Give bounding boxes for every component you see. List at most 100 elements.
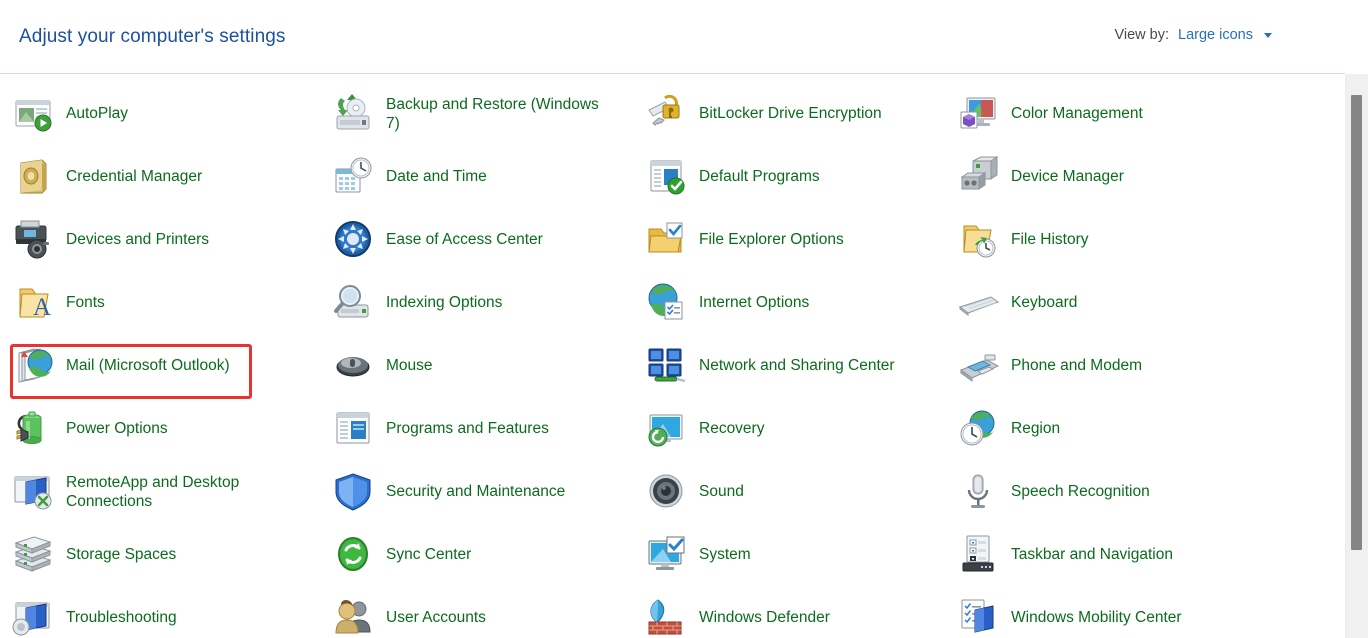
control-panel-item-label[interactable]: Troubleshooting — [66, 608, 177, 627]
troubleshooting-icon[interactable] — [10, 594, 58, 638]
date-time-icon[interactable] — [330, 153, 378, 201]
devices-printers-icon[interactable] — [10, 216, 58, 264]
control-panel-item-credential-manager[interactable]: Credential Manager — [10, 145, 310, 208]
control-panel-item-label[interactable]: Programs and Features — [386, 419, 549, 438]
control-panel-item-label[interactable]: Region — [1011, 419, 1060, 438]
file-history-icon[interactable] — [955, 216, 1003, 264]
storage-spaces-icon[interactable] — [10, 531, 58, 579]
control-panel-item-power-options[interactable]: Power Options — [10, 397, 310, 460]
control-panel-item-network-and-sharing-center[interactable]: Network and Sharing Center — [643, 334, 943, 397]
sync-center-icon[interactable] — [330, 531, 378, 579]
control-panel-item-label[interactable]: Sound — [699, 482, 744, 501]
control-panel-item-default-programs[interactable]: Default Programs — [643, 145, 943, 208]
control-panel-item-label[interactable]: Windows Defender — [699, 608, 830, 627]
security-maintenance-icon[interactable] — [330, 468, 378, 516]
control-panel-item-mouse[interactable]: Mouse — [330, 334, 630, 397]
control-panel-item-label[interactable]: Network and Sharing Center — [699, 356, 895, 375]
programs-features-icon[interactable] — [330, 405, 378, 453]
control-panel-item-label[interactable]: Device Manager — [1011, 167, 1124, 186]
control-panel-item-label[interactable]: Credential Manager — [66, 167, 202, 186]
credential-manager-icon[interactable] — [10, 153, 58, 201]
control-panel-item-label[interactable]: Recovery — [699, 419, 764, 438]
color-management-icon[interactable] — [955, 90, 1003, 138]
control-panel-item-sound[interactable]: Sound — [643, 460, 943, 523]
user-accounts-icon[interactable] — [330, 594, 378, 638]
control-panel-item-label[interactable]: Mouse — [386, 356, 433, 375]
taskbar-navigation-icon[interactable] — [955, 531, 1003, 579]
control-panel-item-label[interactable]: Storage Spaces — [66, 545, 176, 564]
chevron-down-icon[interactable] — [1264, 32, 1272, 38]
control-panel-item-label[interactable]: Windows Mobility Center — [1011, 608, 1182, 627]
recovery-icon[interactable] — [643, 405, 691, 453]
control-panel-item-label[interactable]: Security and Maintenance — [386, 482, 565, 501]
control-panel-item-label[interactable]: Backup and Restore (Windows 7) — [386, 95, 604, 133]
control-panel-item-indexing-options[interactable]: Indexing Options — [330, 271, 630, 334]
bitlocker-icon[interactable] — [643, 90, 691, 138]
internet-options-icon[interactable] — [643, 279, 691, 327]
file-explorer-options-icon[interactable] — [643, 216, 691, 264]
control-panel-item-device-manager[interactable]: Device Manager — [955, 145, 1265, 208]
system-icon[interactable] — [643, 531, 691, 579]
control-panel-item-autoplay[interactable]: AutoPlay — [10, 82, 310, 145]
control-panel-item-color-management[interactable]: Color Management — [955, 82, 1265, 145]
control-panel-item-mail-microsoft-outlook[interactable]: Mail (Microsoft Outlook) — [10, 334, 310, 397]
control-panel-item-label[interactable]: Speech Recognition — [1011, 482, 1150, 501]
default-programs-icon[interactable] — [643, 153, 691, 201]
control-panel-item-bitlocker-drive-encryption[interactable]: BitLocker Drive Encryption — [643, 82, 943, 145]
vertical-scrollbar[interactable] — [1345, 74, 1368, 638]
control-panel-item-label[interactable]: Date and Time — [386, 167, 487, 186]
control-panel-item-date-and-time[interactable]: Date and Time — [330, 145, 630, 208]
remoteapp-icon[interactable] — [10, 468, 58, 516]
control-panel-item-label[interactable]: File Explorer Options — [699, 230, 844, 249]
keyboard-icon[interactable] — [955, 279, 1003, 327]
control-panel-item-keyboard[interactable]: Keyboard — [955, 271, 1265, 334]
control-panel-item-label[interactable]: Devices and Printers — [66, 230, 209, 249]
control-panel-item-label[interactable]: System — [699, 545, 751, 564]
control-panel-item-label[interactable]: Fonts — [66, 293, 105, 312]
control-panel-item-user-accounts[interactable]: User Accounts — [330, 586, 630, 638]
control-panel-item-label[interactable]: Taskbar and Navigation — [1011, 545, 1173, 564]
control-panel-item-sync-center[interactable]: Sync Center — [330, 523, 630, 586]
sound-icon[interactable] — [643, 468, 691, 516]
control-panel-item-label[interactable]: Mail (Microsoft Outlook) — [66, 356, 230, 375]
control-panel-item-label[interactable]: Internet Options — [699, 293, 809, 312]
control-panel-item-backup-and-restore-windows-7[interactable]: Backup and Restore (Windows 7) — [330, 82, 630, 145]
mouse-icon[interactable] — [330, 342, 378, 390]
control-panel-item-windows-defender[interactable]: Windows Defender — [643, 586, 943, 638]
fonts-icon[interactable]: A — [10, 279, 58, 327]
control-panel-item-file-history[interactable]: File History — [955, 208, 1265, 271]
control-panel-item-devices-and-printers[interactable]: Devices and Printers — [10, 208, 310, 271]
control-panel-item-label[interactable]: Ease of Access Center — [386, 230, 543, 249]
control-panel-item-label[interactable]: Indexing Options — [386, 293, 502, 312]
control-panel-item-label[interactable]: User Accounts — [386, 608, 486, 627]
control-panel-item-speech-recognition[interactable]: Speech Recognition — [955, 460, 1265, 523]
control-panel-item-region[interactable]: Region — [955, 397, 1265, 460]
phone-modem-icon[interactable] — [955, 342, 1003, 390]
control-panel-item-remoteapp-and-desktop-connections[interactable]: RemoteApp and Desktop Connections — [10, 460, 310, 523]
control-panel-item-internet-options[interactable]: Internet Options — [643, 271, 943, 334]
control-panel-item-label[interactable]: File History — [1011, 230, 1089, 249]
control-panel-item-security-and-maintenance[interactable]: Security and Maintenance — [330, 460, 630, 523]
view-by-value[interactable]: Large icons — [1178, 27, 1253, 43]
windows-mobility-center-icon[interactable] — [955, 594, 1003, 638]
control-panel-item-label[interactable]: Default Programs — [699, 167, 820, 186]
control-panel-item-troubleshooting[interactable]: Troubleshooting — [10, 586, 310, 638]
device-manager-icon[interactable] — [955, 153, 1003, 201]
control-panel-item-ease-of-access-center[interactable]: Ease of Access Center — [330, 208, 630, 271]
control-panel-item-fonts[interactable]: A Fonts — [10, 271, 310, 334]
control-panel-item-system[interactable]: System — [643, 523, 943, 586]
network-sharing-icon[interactable] — [643, 342, 691, 390]
control-panel-item-label[interactable]: Phone and Modem — [1011, 356, 1142, 375]
control-panel-item-label[interactable]: AutoPlay — [66, 104, 128, 123]
control-panel-item-label[interactable]: Keyboard — [1011, 293, 1077, 312]
control-panel-item-recovery[interactable]: Recovery — [643, 397, 943, 460]
windows-defender-icon[interactable] — [643, 594, 691, 638]
power-options-icon[interactable] — [10, 405, 58, 453]
control-panel-item-programs-and-features[interactable]: Programs and Features — [330, 397, 630, 460]
control-panel-item-label[interactable]: Sync Center — [386, 545, 471, 564]
control-panel-item-label[interactable]: Power Options — [66, 419, 168, 438]
control-panel-item-taskbar-and-navigation[interactable]: Taskbar and Navigation — [955, 523, 1265, 586]
control-panel-item-windows-mobility-center[interactable]: Windows Mobility Center — [955, 586, 1265, 638]
scrollbar-thumb[interactable] — [1351, 95, 1362, 550]
control-panel-item-file-explorer-options[interactable]: File Explorer Options — [643, 208, 943, 271]
